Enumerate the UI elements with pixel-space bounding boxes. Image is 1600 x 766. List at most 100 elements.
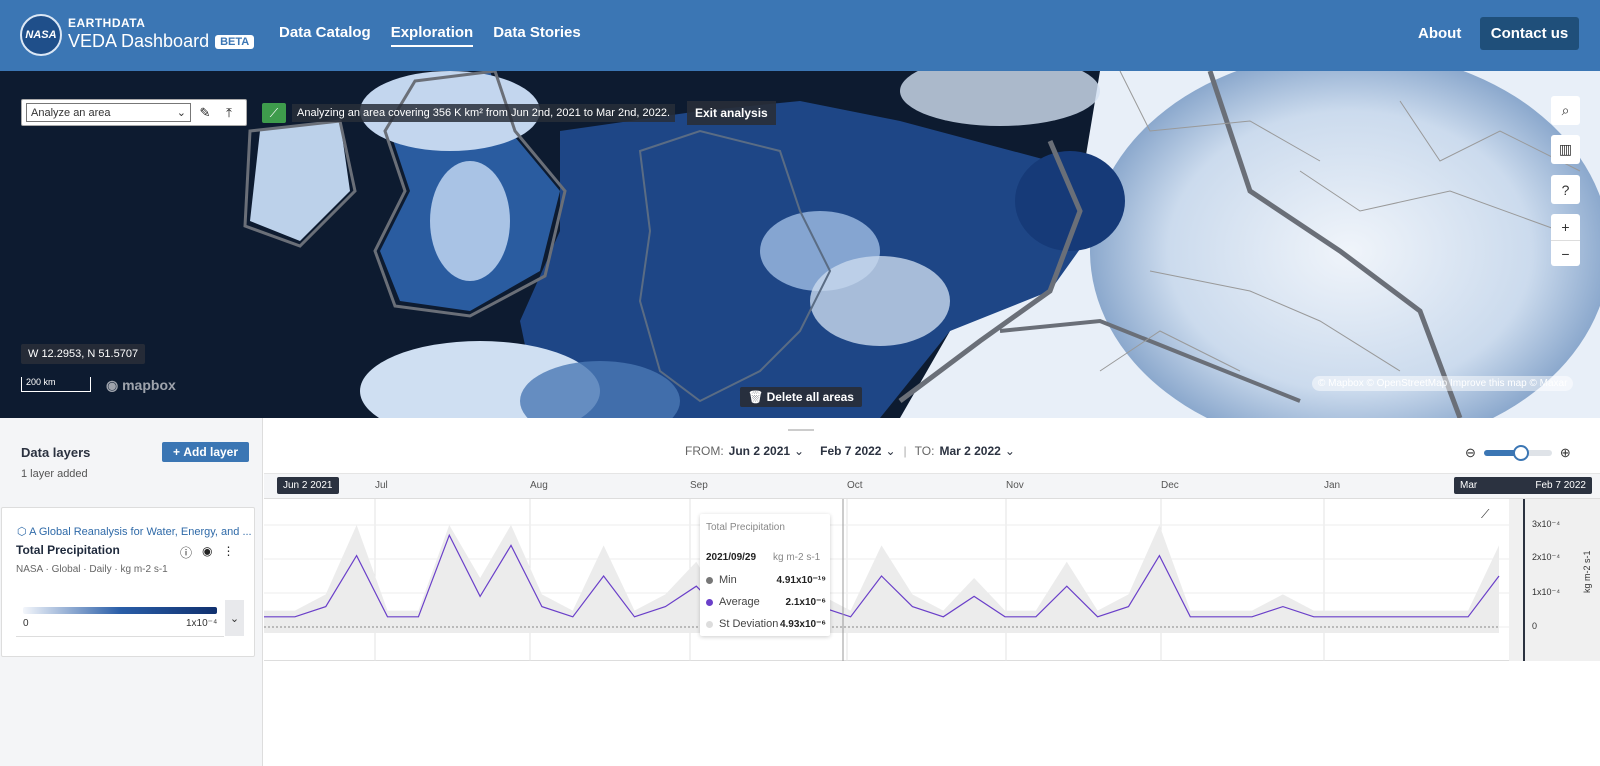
pencil-icon[interactable]: ✎ — [195, 103, 215, 122]
timeline-zoom: ⊖ ⊕ — [1465, 445, 1571, 461]
zoom-out-button[interactable]: − — [1551, 240, 1580, 266]
nav-about[interactable]: About — [1418, 25, 1461, 42]
nav-exploration[interactable]: Exploration — [390, 24, 474, 47]
analysis-message: ⟋ Analyzing an area covering 356 K km² f… — [262, 101, 776, 125]
layer-meta: NASA · Global · Daily · kg m-2 s-1 — [16, 564, 168, 575]
header: NASA EARTHDATA VEDA Dashboard BETA Data … — [0, 0, 1600, 71]
analysis-text: Analyzing an area covering 356 K km² fro… — [292, 104, 675, 122]
search-icon[interactable]: ⌕ — [1551, 96, 1580, 125]
month-label: Dec — [1161, 480, 1179, 491]
tooltip-label: Average — [719, 596, 760, 608]
from-label: FROM: — [685, 444, 724, 458]
layer-source-text: A Global Reanalysis for Water, Energy, a… — [29, 526, 252, 538]
tooltip-value: 4.91x10⁻¹⁹ — [776, 574, 826, 586]
tooltip-label: Min — [719, 574, 737, 586]
tooltip-date: 2021/09/29 — [706, 552, 757, 563]
bottom-panel: Data layers 1 layer added + Add layer ⬡ … — [0, 418, 1600, 766]
data-layers-title: Data layers — [21, 445, 91, 460]
y-axis-label: kg m-2 s-1 — [1582, 550, 1592, 593]
map-attribution[interactable]: © Mapbox © OpenStreetMap Improve this ma… — [1312, 376, 1574, 391]
from-date-select[interactable]: Jun 2 2021 — [729, 444, 790, 458]
help-icon[interactable]: ? — [1551, 175, 1580, 204]
add-layer-button[interactable]: + Add layer — [162, 442, 249, 462]
y-tick-label: 1x10⁻⁴ — [1532, 587, 1561, 597]
analyze-select-label: Analyze an area — [31, 106, 111, 119]
analyze-toolbar: Analyze an area ⌄ ✎ ⤒ — [21, 99, 247, 126]
brand-main: VEDA Dashboard BETA — [68, 31, 255, 52]
to-date-select[interactable]: Mar 2 2022 — [939, 444, 1000, 458]
mapbox-text: mapbox — [122, 377, 176, 393]
month-label: Sep — [690, 480, 708, 491]
map[interactable]: Analyze an area ⌄ ✎ ⤒ ⟋ Analyzing an are… — [0, 71, 1600, 418]
trash-icon: 🗑 — [748, 390, 764, 404]
tooltip-unit: kg m-2 s-1 — [773, 552, 821, 563]
selected-date-select[interactable]: Feb 7 2022 — [820, 444, 881, 458]
data-layers-panel: Data layers 1 layer added + Add layer ⬡ … — [0, 418, 263, 766]
beta-badge: BETA — [215, 34, 255, 49]
month-label: Jul — [375, 480, 388, 491]
month-label: Nov — [1006, 480, 1024, 491]
main-nav: Data Catalog Exploration Data Stories — [279, 24, 581, 47]
brand-title: VEDA Dashboard — [68, 31, 210, 51]
zoom-out-icon[interactable]: ⊖ — [1465, 445, 1476, 461]
zoom-in-icon[interactable]: ⊕ — [1560, 445, 1571, 461]
delete-all-areas-label: Delete all areas — [766, 390, 854, 404]
legend-min: 0 — [23, 618, 29, 629]
nasa-logo[interactable]: NASA — [20, 14, 62, 56]
chevron-down-icon: ⌄ — [176, 107, 186, 119]
contact-us-button[interactable]: Contact us — [1480, 17, 1579, 50]
analyze-area-select[interactable]: Analyze an area ⌄ — [26, 103, 191, 122]
timeline[interactable]: Jun 2 2021 Jul Aug Sep Oct Nov Dec Jan M… — [264, 473, 1600, 766]
chevron-down-icon[interactable]: ⌄ — [885, 444, 895, 458]
panel-drag-handle[interactable] — [788, 429, 814, 431]
coordinates-readout: W 12.2953, N 51.5707 — [21, 344, 146, 364]
y-tick-label: 0 — [1532, 621, 1538, 631]
map-icon[interactable]: ▥ — [1551, 135, 1580, 164]
scale-bar: 200 km — [21, 377, 91, 392]
layer-source-link[interactable]: ⬡ A Global Reanalysis for Water, Energy,… — [17, 525, 252, 538]
nav-data-catalog[interactable]: Data Catalog — [279, 24, 371, 47]
zoom-in-button[interactable]: + — [1551, 214, 1580, 240]
nav-data-stories[interactable]: Data Stories — [493, 24, 581, 47]
tooltip-row-stdev: St Deviation 4.93x10⁻⁶ — [706, 618, 826, 630]
layer-card[interactable]: ⬡ A Global Reanalysis for Water, Energy,… — [1, 507, 255, 657]
chart-tooltip: Total Precipitation 2021/09/29 kg m-2 s-… — [700, 514, 830, 636]
legend-dot — [706, 576, 713, 584]
tooltip-value: 4.93x10⁻⁶ — [779, 618, 826, 630]
legend-dot — [706, 598, 713, 606]
month-label: Oct — [847, 480, 863, 491]
chart-area[interactable]: ⟋ 3x10⁻⁴ 2x10⁻⁴ 1x10⁻⁴ 0 kg m-2 s-1 Tota… — [264, 499, 1600, 661]
chevron-down-icon[interactable]: ⌄ — [225, 600, 244, 636]
chevron-down-icon[interactable]: ⌄ — [794, 444, 804, 458]
zoom-slider[interactable] — [1483, 445, 1552, 461]
info-icon[interactable]: ⓘ — [180, 544, 192, 561]
brand[interactable]: EARTHDATA VEDA Dashboard BETA — [68, 16, 255, 52]
end-date-badge[interactable]: Mar Feb 7 2022 — [1454, 477, 1592, 494]
dataset-icon: ⬡ — [17, 526, 30, 538]
plus-icon: + — [172, 445, 184, 459]
tooltip-value: 2.1x10⁻⁶ — [785, 596, 826, 608]
layer-actions: ⓘ ◉ ⋮ — [180, 544, 235, 561]
brand-top: EARTHDATA — [68, 16, 146, 30]
tooltip-row-average: Average 2.1x10⁻⁶ — [706, 596, 826, 608]
upload-icon[interactable]: ⤒ — [219, 103, 239, 122]
delete-all-areas-button[interactable]: 🗑 Delete all areas — [740, 387, 862, 407]
end-badge-right: Feb 7 2022 — [1535, 480, 1586, 491]
exit-analysis-button[interactable]: Exit analysis — [687, 101, 776, 125]
month-label: Aug — [530, 480, 548, 491]
chart-line-icon: ⟋ — [262, 103, 286, 123]
eye-icon[interactable]: ◉ — [202, 544, 212, 561]
precipitation-chart — [264, 499, 1525, 661]
chart-line-icon[interactable]: ⟋ — [1481, 507, 1489, 522]
layers-count: 1 layer added — [21, 468, 88, 480]
y-tick-label: 2x10⁻⁴ — [1532, 552, 1561, 562]
y-tick-label: 3x10⁻⁴ — [1532, 519, 1561, 529]
more-options-icon[interactable]: ⋮ — [223, 544, 235, 561]
date-controls: FROM: Jun 2 2021 ⌄ Feb 7 2022 ⌄ | TO: Ma… — [685, 444, 1015, 458]
separator: | — [903, 444, 907, 458]
end-badge-left: Mar — [1460, 480, 1478, 491]
chevron-down-icon[interactable]: ⌄ — [1005, 444, 1015, 458]
mapbox-logo: ◉ mapbox — [106, 377, 176, 393]
tooltip-label: St Deviation — [719, 618, 779, 630]
zoom-slider-thumb[interactable] — [1513, 445, 1530, 461]
